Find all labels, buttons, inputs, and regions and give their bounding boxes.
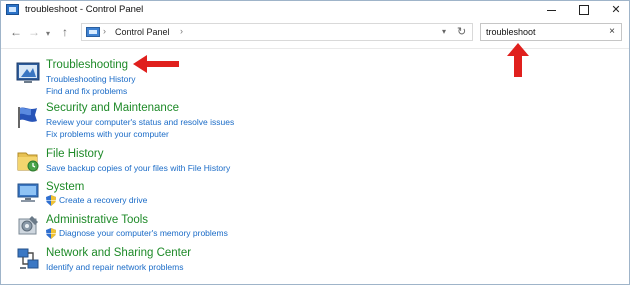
back-button[interactable]: ← xyxy=(10,25,22,39)
navigation-bar: ← → ▾ ↑ › Control Panel › ▾ ↻ troublesho… xyxy=(1,19,629,45)
annotation-arrow-up-icon xyxy=(507,43,529,77)
control-panel-location-icon xyxy=(86,27,100,37)
recent-locations-button[interactable]: ▾ xyxy=(46,27,50,41)
file-history-icon xyxy=(17,152,39,172)
chevron-down-icon: ▾ xyxy=(46,29,51,38)
network-sharing-icon xyxy=(17,248,39,269)
minimize-icon xyxy=(546,9,556,11)
result-link[interactable]: Find and fix problems xyxy=(46,86,127,96)
control-panel-window: troubleshoot - Control Panel ✕ ← → ▾ ↑ ›… xyxy=(0,0,630,285)
annotation-arrow-left-icon xyxy=(133,55,179,73)
maximize-icon xyxy=(579,5,589,16)
up-arrow-icon: ↑ xyxy=(62,25,68,39)
breadcrumb-control-panel[interactable]: Control Panel xyxy=(115,27,170,37)
result-link[interactable]: Troubleshooting History xyxy=(46,74,135,84)
clear-search-icon[interactable]: × xyxy=(609,26,615,37)
back-arrow-icon: ← xyxy=(10,25,22,39)
close-icon: ✕ xyxy=(611,4,621,16)
result-title[interactable]: Administrative Tools xyxy=(46,214,148,226)
search-box[interactable]: troubleshoot × xyxy=(480,23,622,41)
forward-arrow-icon: → xyxy=(28,25,40,39)
refresh-icon[interactable]: ↻ xyxy=(457,25,466,38)
troubleshooting-icon xyxy=(16,62,40,83)
uac-shield-icon xyxy=(46,195,56,206)
result-title[interactable]: Network and Sharing Center xyxy=(46,247,191,259)
system-computer-icon xyxy=(17,183,39,202)
close-button[interactable]: ✕ xyxy=(598,1,629,19)
administrative-tools-icon xyxy=(18,216,38,235)
result-link[interactable]: Fix problems with your computer xyxy=(46,129,169,139)
breadcrumb-separator-icon[interactable]: › xyxy=(180,26,183,36)
result-title[interactable]: System xyxy=(46,181,84,193)
address-dropdown-icon[interactable]: ▾ xyxy=(442,27,446,36)
window-title: troubleshoot - Control Panel xyxy=(25,4,144,15)
result-link[interactable]: Diagnose your computer's memory problems xyxy=(59,228,228,238)
result-link[interactable]: Review your computer's status and resolv… xyxy=(46,117,234,127)
breadcrumb-separator-icon[interactable]: › xyxy=(103,26,106,36)
minimize-button[interactable] xyxy=(533,1,569,19)
control-panel-icon xyxy=(6,4,19,15)
address-bar[interactable]: › Control Panel › ▾ ↻ xyxy=(81,23,473,41)
result-link[interactable]: Create a recovery drive xyxy=(59,195,147,205)
result-title[interactable]: File History xyxy=(46,148,104,160)
result-link[interactable]: Identify and repair network problems xyxy=(46,262,184,272)
search-input[interactable]: troubleshoot xyxy=(486,27,536,37)
up-button[interactable]: ↑ xyxy=(62,25,68,39)
forward-button[interactable]: → xyxy=(28,25,40,39)
title-bar: troubleshoot - Control Panel ✕ xyxy=(1,1,629,19)
divider xyxy=(1,48,629,49)
result-title[interactable]: Troubleshooting xyxy=(46,59,128,71)
maximize-button[interactable] xyxy=(566,1,602,19)
result-title[interactable]: Security and Maintenance xyxy=(46,102,179,114)
uac-shield-icon xyxy=(46,228,56,239)
result-link[interactable]: Save backup copies of your files with Fi… xyxy=(46,163,230,173)
security-flag-icon xyxy=(18,107,37,128)
